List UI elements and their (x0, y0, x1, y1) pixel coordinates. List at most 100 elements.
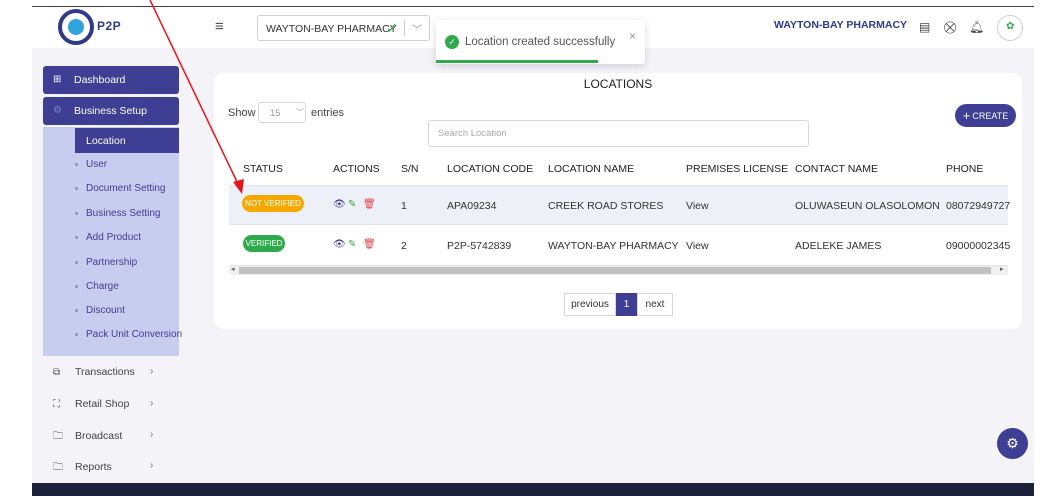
logo-inner (68, 19, 84, 35)
trash-icon[interactable]: 🗑︎ (363, 239, 376, 250)
sidebar-item-dashboard[interactable]: ⊞ Dashboard (43, 66, 179, 94)
submenu-item-discount[interactable]: Discount (75, 305, 125, 316)
cell-sn: 2 (401, 240, 407, 252)
cell-location-code: P2P-5742839 (447, 240, 512, 252)
column-header-status[interactable]: STATUS (243, 163, 283, 175)
create-button[interactable]: + CREATE (955, 104, 1016, 127)
submenu-item-label: Location (86, 135, 126, 147)
status-badge: VERIFIED (243, 235, 285, 252)
submenu-item-business-setting[interactable]: Business Setting (75, 208, 161, 219)
submenu-item-label: Charge (86, 281, 119, 292)
sidebar-item-label: Broadcast (75, 430, 123, 442)
submenu-item-label: Add Product (86, 232, 142, 243)
pencil-icon[interactable]: ✎ (348, 199, 356, 210)
branch-select-value: WAYTON-BAY PHARMACY (266, 23, 397, 35)
column-header-actions[interactable]: ACTIONS (333, 163, 380, 175)
submenu-item-label: Pack Unit Conversion (86, 329, 183, 340)
submenu-item-label: Partnership (86, 257, 138, 268)
submenu-item-partnership[interactable]: Partnership (75, 257, 137, 268)
status-badge: NOT VERIFIED (242, 195, 304, 212)
gear-icon: ⚙ (53, 105, 62, 116)
eye-icon[interactable]: 👁︎ (333, 199, 346, 210)
column-header-sn[interactable]: S/N (401, 163, 419, 175)
bottom-bar (32, 483, 1034, 496)
bullet (75, 308, 78, 312)
scroll-left-icon[interactable]: ◂ (231, 265, 235, 273)
submenu-item-label: Document Setting (86, 183, 166, 194)
avatar-logo-icon: ✿ (1006, 21, 1015, 32)
page-title: LOCATIONS (583, 77, 653, 91)
pencil-icon[interactable]: ✎ (348, 239, 356, 250)
bullet (75, 332, 78, 336)
horizontal-scrollbar[interactable]: ◂ ▸ (229, 266, 1008, 275)
column-header-location-name[interactable]: LOCATION NAME (548, 163, 634, 175)
bullet (75, 260, 78, 264)
entries-select[interactable]: 15 ﹀ (258, 102, 306, 123)
chevron-down-icon[interactable]: ﹀ (412, 21, 422, 36)
submenu-item-pack-unit-conversion[interactable]: Pack Unit Conversion (75, 329, 182, 340)
premises-license-view-link[interactable]: View (686, 240, 709, 252)
previous-page-button[interactable]: previous (564, 293, 616, 316)
column-header-premises-license[interactable]: PREMISES LICENSE (686, 163, 788, 175)
submenu-item-charge[interactable]: Charge (75, 281, 119, 292)
toast-progress-bar (436, 60, 598, 63)
column-header-location-code[interactable]: LOCATION CODE (447, 163, 533, 175)
premises-license-view-link[interactable]: View (686, 200, 709, 212)
receipt-icon[interactable]: ▤ (919, 20, 930, 34)
frame-icon: ⛶ (53, 399, 60, 410)
cell-contact-name: ADELEKE JAMES (795, 240, 882, 252)
chevron-down-icon: ﹀ (296, 108, 304, 117)
submenu-item-location[interactable]: Location (75, 128, 179, 153)
cart-icon[interactable]: ⛒ (944, 20, 956, 35)
plus-icon: + (962, 108, 971, 123)
search-input[interactable] (428, 120, 809, 147)
sidebar-item-label: Reports (75, 461, 112, 473)
chevron-right-icon: › (150, 398, 154, 409)
sidebar-item-broadcast[interactable]: 🗀︎ Broadcast › (53, 429, 153, 446)
logo-text: P2P (97, 19, 122, 33)
bullet (75, 235, 78, 239)
scroll-right-icon[interactable]: ▸ (1000, 265, 1004, 273)
submenu-item-label: User (86, 159, 108, 170)
submenu-item-add-product[interactable]: Add Product (75, 232, 141, 243)
sidebar-item-label: Retail Shop (75, 398, 130, 410)
branch-select[interactable]: WAYTON-BAY PHARMACY ✓ ﹀ (257, 15, 430, 41)
eye-icon[interactable]: 👁︎ (333, 239, 346, 250)
avatar[interactable]: ✿ (997, 15, 1023, 41)
entries-label: entries (311, 107, 345, 119)
submenu-item-document-setting[interactable]: Document Setting (75, 183, 166, 194)
toast-close-icon[interactable]: × (629, 29, 636, 43)
bullet (75, 284, 78, 288)
sidebar-item-business-setup[interactable]: ⚙ Business Setup (43, 97, 179, 125)
cell-location-name: CREEK ROAD STORES (548, 200, 664, 212)
submenu-item-label: Business Setting (86, 208, 161, 219)
logo-icon[interactable] (58, 9, 94, 45)
sidebar-item-label: Transactions (75, 366, 135, 378)
create-button-label: CREATE (972, 111, 1009, 121)
cell-location-code: APA09234 (447, 200, 497, 212)
sidebar-item-transactions[interactable]: ⧉ Transactions › (53, 366, 153, 378)
sidebar-item-retail-shop[interactable]: ⛶ Retail Shop › (53, 398, 153, 410)
chevron-right-icon: › (150, 366, 154, 377)
submenu-item-user[interactable]: User (75, 159, 107, 170)
cell-sn: 1 (401, 200, 407, 212)
toast-message: Location created successfully (465, 36, 616, 48)
scrollbar-thumb[interactable] (239, 267, 991, 274)
submenu-item-label: Discount (86, 305, 125, 316)
trash-icon[interactable]: 🗑︎ (363, 199, 376, 210)
column-header-phone[interactable]: PHONE (946, 163, 983, 175)
cell-phone: 08072949727 (946, 200, 1011, 212)
app-root: P2P ≡ WAYTON-BAY PHARMACY ✓ ﹀ WAYTON-BAY… (0, 0, 1063, 496)
settings-fab-gear-icon[interactable]: ⚙ (997, 428, 1028, 459)
page-1-button[interactable]: 1 (616, 293, 637, 316)
cell-location-name: WAYTON-BAY PHARMACY (548, 240, 679, 252)
bell-icon[interactable]: 🔔︎ (969, 20, 984, 34)
next-page-button[interactable]: next (637, 293, 673, 316)
menu-toggle-icon[interactable]: ≡ (215, 19, 228, 34)
success-check-icon: ✓ (445, 35, 459, 49)
chevron-right-icon: › (150, 429, 154, 440)
pharmacy-name: WAYTON-BAY PHARMACY (774, 19, 908, 31)
column-header-contact-name[interactable]: CONTACT NAME (795, 163, 878, 175)
success-toast: ✓ Location created successfully × (436, 20, 645, 64)
sidebar-item-reports[interactable]: 🗀︎ Reports › (53, 460, 153, 477)
